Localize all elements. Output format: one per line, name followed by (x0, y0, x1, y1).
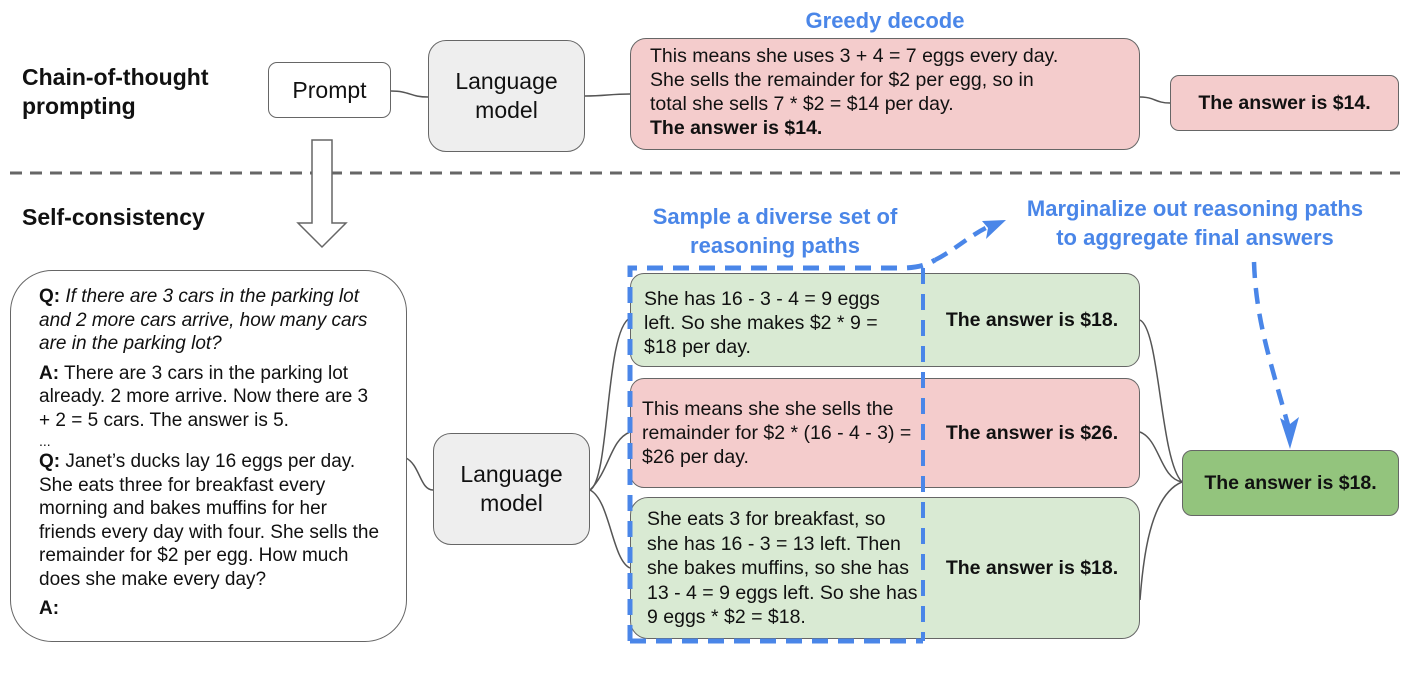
greedy-answer: The answer is $14. (650, 117, 823, 139)
marginalize-label-line2: to aggregate final answers (1056, 225, 1334, 250)
connector-path-1-to-final (1139, 319, 1183, 483)
path-2-reasoning: This means she she sells the remainder f… (642, 398, 912, 468)
greedy-reasoning-box: This means she uses 3 + 4 = 7 eggs every… (630, 38, 1140, 150)
path-2-answer: The answer is $26. (945, 421, 1119, 444)
lm-label-line1: Language (460, 461, 563, 487)
section-label-cot: Chain-of-thought prompting (22, 64, 209, 119)
greedy-line-3: total she sells 7 * $2 = $14 per day. (650, 93, 954, 115)
a1-label: A: (39, 362, 60, 384)
connector-greedy-to-answer (1139, 96, 1171, 104)
exemplar-question: Q: If there are 3 cars in the parking lo… (39, 285, 406, 356)
lm-label-line2: model (475, 97, 538, 123)
lm-label-line2: model (480, 490, 543, 516)
q2-label: Q: (39, 451, 61, 472)
connector-path-3-to-final (1139, 481, 1183, 601)
greedy-line-2: She sells the remainder for $2 per egg, … (650, 69, 1034, 91)
a2-label: A: (39, 598, 60, 619)
sample-label-line2: reasoning paths (690, 233, 860, 258)
aggregate-arrowhead-icon (1280, 417, 1299, 449)
marginalize-label: Marginalize out reasoning paths to aggre… (990, 194, 1400, 252)
language-model-box-top: Language model (428, 40, 585, 152)
connector-path-2-to-final (1139, 431, 1183, 483)
sample-label-line1: Sample a diverse set of (652, 204, 898, 229)
greedy-final-answer: The answer is $14. (1198, 91, 1371, 114)
q1-text: If there are 3 cars in the parking lot a… (39, 286, 368, 354)
aggregated-final-answer: The answer is $18. (1204, 471, 1377, 494)
marginalize-label-line1: Marginalize out reasoning paths (1026, 196, 1364, 221)
a1-text: There are 3 cars in the parking lot alre… (39, 362, 369, 431)
ellipsis: ... (39, 433, 51, 449)
sample-paths-label: Sample a diverse set of reasoning paths (610, 202, 940, 260)
q2-text: Janet’s ducks lay 16 eggs per day. She e… (39, 451, 380, 590)
language-model-box-bottom: Language model (433, 433, 590, 545)
path-3-answer: The answer is $18. (945, 556, 1119, 579)
q1-label: Q: (39, 286, 61, 307)
greedy-decode-label: Greedy decode (805, 8, 965, 33)
aggregate-arrow (1251, 261, 1291, 426)
connector-lm-to-path-3 (589, 489, 631, 569)
prompt-label: Prompt (292, 76, 367, 103)
path-3-reasoning: She eats 3 for breakfast, so she has 16 … (647, 508, 918, 628)
aggregated-final-answer-box: The answer is $18. (1182, 450, 1399, 516)
reasoning-path-2: This means she she sells the remainder f… (630, 378, 1140, 488)
connector-lm-to-greedy (584, 93, 631, 97)
exemplar-answer: A: There are 3 cars in the parking lot a… (39, 362, 406, 433)
connector-prompt-to-lm (390, 90, 429, 98)
greedy-final-answer-box: The answer is $14. (1170, 75, 1399, 131)
connector-prompt-to-lm-2 (405, 457, 434, 491)
test-answer-prompt: A: (39, 597, 406, 621)
down-arrow-icon (296, 139, 348, 249)
lm-label-line1: Language (455, 68, 558, 94)
reasoning-path-3: She eats 3 for breakfast, so she has 16 … (630, 497, 1140, 639)
few-shot-prompt-box: Q: If there are 3 cars in the parking lo… (10, 270, 407, 642)
connector-lm-to-path-1 (589, 317, 631, 491)
path-1-reasoning: She has 16 - 3 - 4 = 9 eggs left. So she… (644, 288, 880, 358)
reasoning-path-1: She has 16 - 3 - 4 = 9 eggs left. So she… (630, 273, 1140, 367)
greedy-line-1: This means she uses 3 + 4 = 7 eggs every… (650, 45, 1059, 67)
section-label-self-consistency: Self-consistency (22, 204, 205, 230)
connector-lm-to-path-2 (589, 431, 631, 491)
marginalize-arrow (933, 223, 991, 263)
test-question: Q: Janet’s ducks lay 16 eggs per day. Sh… (39, 450, 406, 591)
path-1-answer: The answer is $18. (945, 308, 1119, 331)
prompt-box: Prompt (268, 62, 391, 118)
